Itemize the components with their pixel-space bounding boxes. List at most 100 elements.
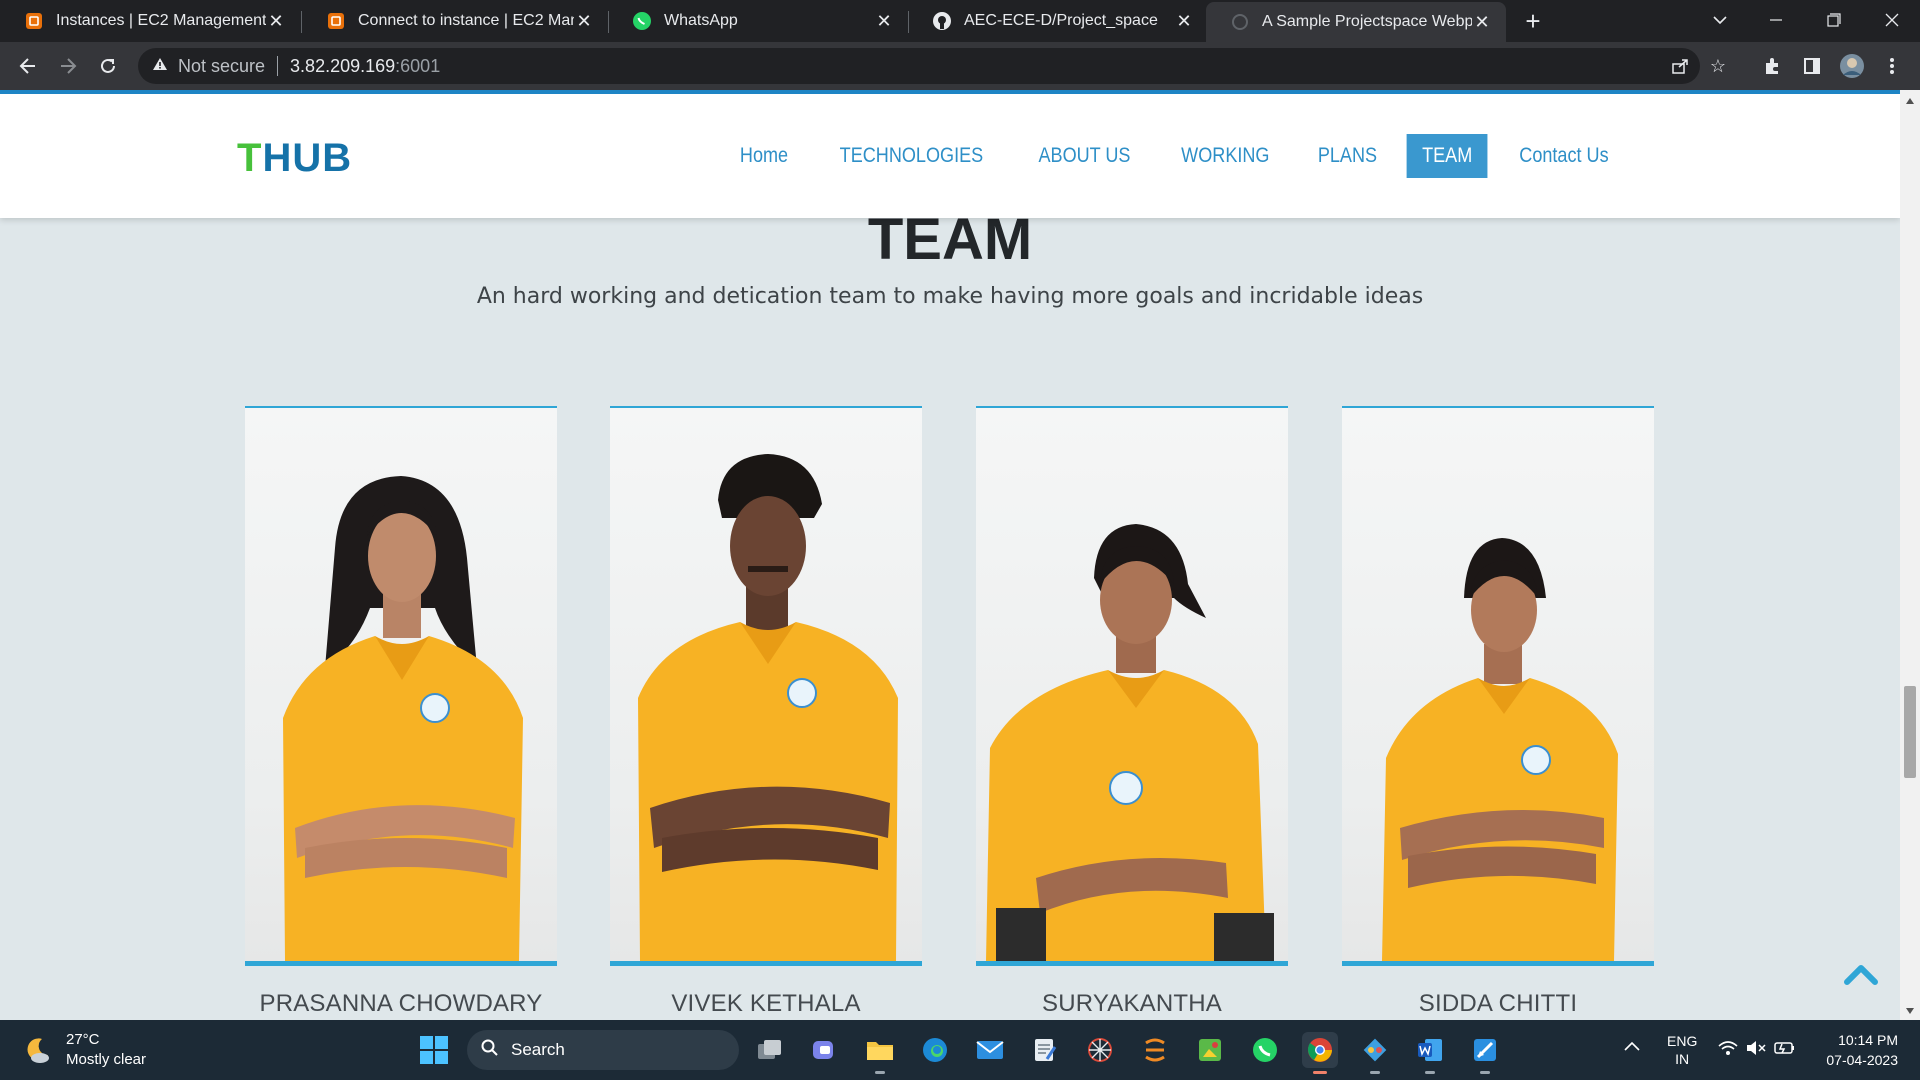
- weather-temperature: 27°C: [66, 1031, 100, 1048]
- notepad-icon[interactable]: [1027, 1032, 1063, 1068]
- arrow-left-icon: [19, 58, 35, 74]
- tab-ec2-instances[interactable]: Instances | EC2 Management Cor ✕: [0, 0, 300, 42]
- spider-app-icon[interactable]: [1082, 1032, 1118, 1068]
- team-member-card: VIVEK KETHALA: [610, 406, 922, 1018]
- address-bar[interactable]: Not secure 3.82.209.169 :6001 ☆: [138, 48, 1726, 84]
- security-label[interactable]: Not secure: [178, 56, 265, 77]
- share-icon[interactable]: [1668, 54, 1692, 78]
- mail-icon[interactable]: [972, 1032, 1008, 1068]
- tab-title: A Sample Projectspace Webpage: [1262, 13, 1472, 30]
- weather-widget[interactable]: 27°C Mostly clear: [22, 1030, 146, 1070]
- region-code: IN: [1675, 1051, 1690, 1067]
- github-icon: [932, 11, 952, 31]
- file-explorer-icon[interactable]: [862, 1032, 898, 1074]
- language-code: ENG: [1667, 1033, 1698, 1049]
- task-view-icon[interactable]: [752, 1032, 788, 1068]
- whatsapp-icon[interactable]: [1247, 1032, 1283, 1068]
- tab-github-project[interactable]: AEC-ECE-D/Project_space ✕: [908, 0, 1208, 42]
- team-member-card: PRASANNA CHOWDARY: [245, 406, 557, 1018]
- side-panel-icon: [1804, 58, 1820, 74]
- team-member-name: SIDDA CHITTI: [1418, 990, 1578, 1017]
- nav-technologies[interactable]: TECHNOLOGIES: [825, 134, 999, 178]
- back-button[interactable]: [12, 50, 44, 82]
- extensions-button[interactable]: [1756, 50, 1788, 82]
- windows-taskbar: 27°C Mostly clear Search ENG IN 10:14 PM…: [0, 1020, 1920, 1080]
- chevron-down-icon: [1713, 16, 1727, 25]
- reload-button[interactable]: [92, 50, 124, 82]
- side-panel-button[interactable]: [1796, 50, 1828, 82]
- scroll-up-icon[interactable]: [1906, 98, 1914, 104]
- nav-plans[interactable]: PLANS: [1302, 134, 1392, 178]
- tab-connect-instance[interactable]: Connect to instance | EC2 Manag ✕: [302, 0, 608, 42]
- divider: [277, 56, 279, 76]
- start-button[interactable]: [420, 1036, 448, 1064]
- chrome-icon[interactable]: [1302, 1032, 1338, 1074]
- url-host[interactable]: 3.82.209.169: [290, 56, 395, 77]
- bookmark-star-icon[interactable]: ☆: [1706, 54, 1730, 78]
- nav-about-us[interactable]: ABOUT US: [1023, 134, 1146, 178]
- team-member-name: VIVEK KETHALA: [671, 990, 861, 1017]
- url-port[interactable]: :6001: [395, 56, 440, 77]
- photos-app-icon[interactable]: [1192, 1032, 1228, 1068]
- design-tool-icon[interactable]: [1467, 1032, 1503, 1074]
- site-logo[interactable]: THUB: [237, 136, 352, 181]
- battery-icon[interactable]: [1774, 1040, 1796, 1059]
- new-tab-button[interactable]: +: [1518, 0, 1548, 42]
- close-icon[interactable]: ✕: [1472, 12, 1492, 33]
- chevron-up-icon: [1844, 965, 1878, 985]
- restore-icon: [1827, 13, 1841, 27]
- wifi-icon[interactable]: [1718, 1040, 1738, 1059]
- nav-working[interactable]: WORKING: [1166, 134, 1285, 178]
- close-icon[interactable]: ✕: [1174, 11, 1194, 32]
- search-icon: [481, 1039, 499, 1062]
- tab-title: AEC-ECE-D/Project_space: [964, 12, 1158, 29]
- word-icon[interactable]: [1412, 1032, 1448, 1074]
- back-to-top-button[interactable]: [1843, 962, 1879, 986]
- close-icon[interactable]: ✕: [874, 11, 894, 32]
- team-member-photo: [1342, 406, 1654, 966]
- close-window-button[interactable]: [1864, 0, 1920, 40]
- nav-home[interactable]: Home: [725, 134, 804, 178]
- aws-icon: [326, 11, 346, 31]
- logo-letter-t: T: [237, 136, 263, 180]
- more-vertical-icon: [1890, 58, 1894, 74]
- main-nav: Home TECHNOLOGIES ABOUT US WORKING PLANS…: [718, 134, 1634, 178]
- forward-button[interactable]: [52, 50, 84, 82]
- restore-button[interactable]: [1806, 0, 1862, 40]
- edge-browser-icon[interactable]: [917, 1032, 953, 1068]
- menu-button[interactable]: [1876, 50, 1908, 82]
- taskbar-search[interactable]: Search: [467, 1030, 739, 1070]
- scrollbar-thumb[interactable]: [1904, 686, 1916, 778]
- team-member-photo: [976, 406, 1288, 966]
- eclipse-icon[interactable]: [1137, 1032, 1173, 1068]
- scroll-down-icon[interactable]: [1906, 1008, 1914, 1014]
- moon-cloud-icon: [27, 1038, 49, 1063]
- git-tool-icon[interactable]: [1357, 1032, 1393, 1074]
- team-section-subtitle: An hard working and detication team to m…: [476, 284, 1424, 309]
- tab-projectspace-active[interactable]: A Sample Projectspace Webpage ✕: [1206, 2, 1506, 42]
- tab-search-button[interactable]: [1692, 0, 1748, 40]
- aws-icon: [24, 11, 44, 31]
- browser-toolbar: Not secure 3.82.209.169 :6001 ☆: [0, 42, 1920, 90]
- clock-date: 07-04-2023: [1826, 1052, 1898, 1068]
- clock-time: 10:14 PM: [1838, 1032, 1898, 1048]
- system-clock[interactable]: 10:14 PM 07-04-2023: [1826, 1030, 1898, 1070]
- team-member-card: SIDDA CHITTI: [1342, 406, 1654, 1018]
- profile-button[interactable]: [1836, 50, 1868, 82]
- site-header: THUB Home TECHNOLOGIES ABOUT US WORKING …: [0, 94, 1900, 218]
- teams-chat-icon[interactable]: [807, 1032, 843, 1068]
- volume-muted-icon[interactable]: [1746, 1040, 1766, 1059]
- warning-icon[interactable]: [152, 57, 168, 75]
- tab-whatsapp[interactable]: WhatsApp ✕: [608, 0, 908, 42]
- chevron-up-icon[interactable]: [1624, 1038, 1640, 1054]
- close-icon[interactable]: ✕: [266, 11, 286, 32]
- nav-contact-us[interactable]: Contact Us: [1504, 134, 1624, 178]
- nav-team[interactable]: TEAM: [1406, 134, 1488, 178]
- page-scrollbar[interactable]: [1900, 90, 1920, 1020]
- minimize-button[interactable]: [1748, 0, 1804, 40]
- page-viewport: THUB Home TECHNOLOGIES ABOUT US WORKING …: [0, 94, 1900, 1020]
- search-label: Search: [511, 1040, 565, 1059]
- windows-logo-icon: [420, 1036, 448, 1064]
- close-icon[interactable]: ✕: [574, 11, 594, 32]
- language-indicator[interactable]: ENG IN: [1667, 1032, 1697, 1068]
